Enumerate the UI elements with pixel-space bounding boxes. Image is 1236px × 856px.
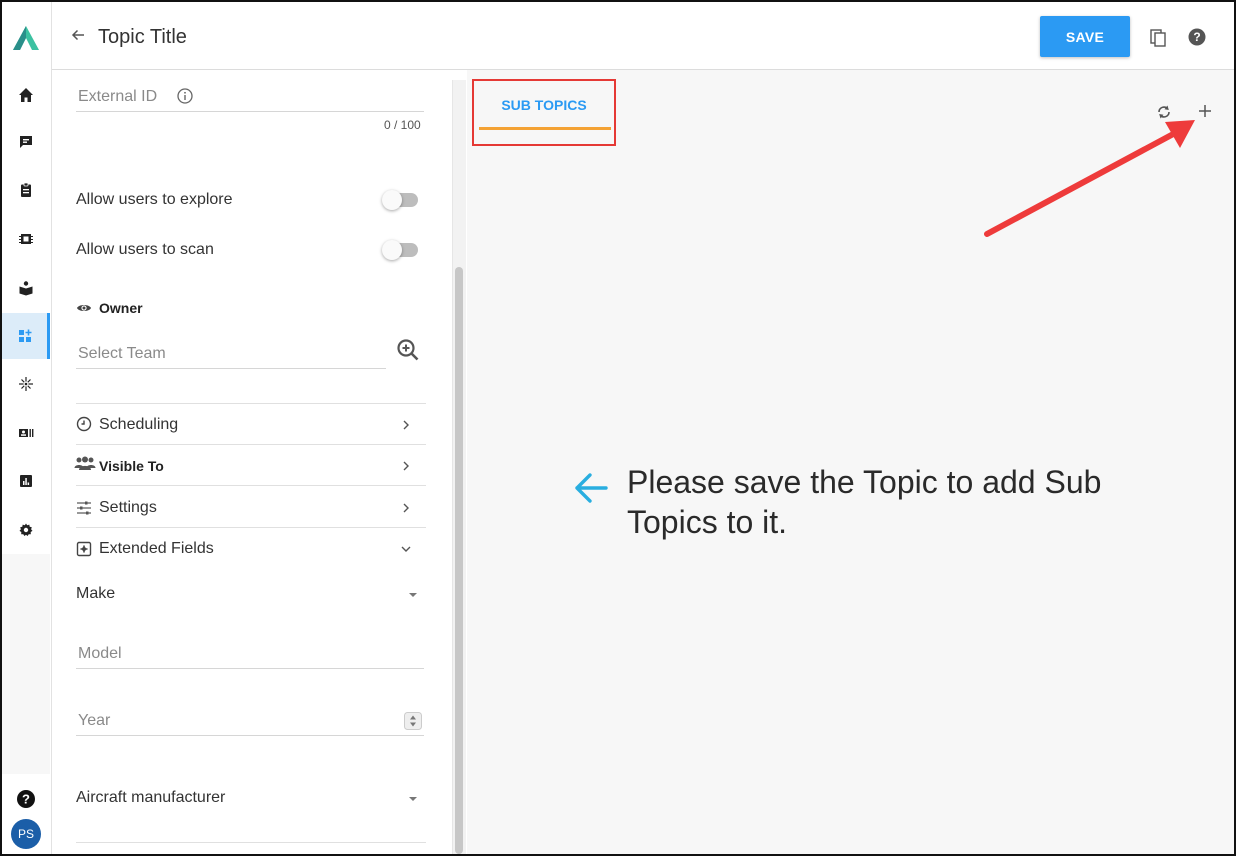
sliders-icon bbox=[77, 501, 91, 515]
section-extended-fields[interactable]: Extended Fields bbox=[99, 540, 214, 558]
top-bar: Topic Title SAVE ? bbox=[52, 2, 1234, 70]
nav-reports[interactable] bbox=[2, 458, 50, 504]
section-divider bbox=[76, 403, 426, 404]
dashboard-add-icon bbox=[18, 329, 31, 342]
nav-insights[interactable] bbox=[2, 361, 50, 407]
allow-scan-label: Allow users to scan bbox=[76, 241, 214, 258]
section-settings[interactable]: Settings bbox=[99, 499, 157, 517]
save-button[interactable]: SAVE bbox=[1040, 16, 1130, 57]
section-divider bbox=[76, 842, 426, 843]
tab-active-indicator bbox=[479, 127, 611, 130]
make-select[interactable]: Make bbox=[76, 585, 115, 603]
user-avatar[interactable]: PS bbox=[11, 819, 41, 849]
svg-text:?: ? bbox=[22, 792, 30, 807]
tab-sub-topics-label: SUB TOPICS bbox=[501, 97, 587, 113]
model-input[interactable]: Model bbox=[78, 645, 122, 663]
annotation-arrow-icon bbox=[984, 120, 1195, 237]
extended-fields-icon bbox=[76, 541, 92, 557]
select-team-underline bbox=[76, 368, 386, 369]
nav-topics[interactable] bbox=[2, 313, 50, 359]
sub-topics-panel: SUB TOPICS Please save the Topic to add … bbox=[467, 70, 1234, 854]
nav-home[interactable] bbox=[2, 72, 50, 118]
chat-icon bbox=[20, 136, 32, 148]
sparkle-icon bbox=[19, 377, 33, 391]
allow-explore-toggle[interactable] bbox=[382, 190, 418, 210]
section-visible-to[interactable]: Visible To bbox=[99, 458, 164, 474]
clipboard-icon bbox=[21, 182, 31, 197]
section-divider bbox=[76, 527, 426, 528]
allow-explore-label: Allow users to explore bbox=[76, 191, 233, 208]
zoom-in-icon[interactable] bbox=[396, 338, 420, 362]
page-title[interactable]: Topic Title bbox=[98, 26, 187, 49]
nav-rail-spacer bbox=[2, 554, 50, 774]
arrow-left-icon bbox=[575, 473, 608, 503]
app-window: ? PS Topic Title SAVE ? External ID 0 / … bbox=[0, 0, 1236, 856]
back-arrow-icon[interactable] bbox=[70, 27, 86, 43]
model-underline bbox=[76, 668, 424, 669]
nav-rail: ? PS bbox=[2, 2, 52, 854]
tab-sub-topics[interactable]: SUB TOPICS bbox=[472, 79, 616, 146]
chip-icon bbox=[19, 234, 33, 244]
header-help-icon[interactable]: ? bbox=[1188, 28, 1206, 46]
nav-tasks[interactable] bbox=[2, 167, 50, 213]
nav-library[interactable] bbox=[2, 265, 50, 311]
people-icon bbox=[74, 456, 96, 470]
external-id-counter: 0 / 100 bbox=[384, 118, 421, 132]
year-input[interactable]: Year bbox=[78, 712, 110, 730]
app-logo-icon[interactable] bbox=[11, 24, 41, 52]
eye-icon bbox=[77, 305, 91, 311]
chevron-right-icon[interactable] bbox=[400, 502, 412, 514]
home-icon bbox=[19, 88, 33, 102]
owner-label: Owner bbox=[99, 300, 143, 316]
number-stepper-icon[interactable] bbox=[404, 712, 422, 730]
clock-icon bbox=[76, 416, 92, 432]
nav-devices[interactable] bbox=[2, 216, 50, 262]
svg-text:?: ? bbox=[1193, 30, 1200, 44]
caret-down-icon[interactable] bbox=[408, 796, 418, 802]
section-divider bbox=[76, 444, 426, 445]
id-card-icon bbox=[19, 429, 34, 437]
external-id-input[interactable] bbox=[76, 111, 424, 112]
form-scrollbar-thumb[interactable] bbox=[455, 267, 463, 854]
year-underline bbox=[76, 735, 424, 736]
book-icon bbox=[19, 281, 33, 296]
help-icon[interactable]: ? bbox=[16, 789, 36, 809]
info-icon[interactable] bbox=[177, 88, 193, 104]
nav-users[interactable] bbox=[2, 410, 50, 456]
chevron-right-icon[interactable] bbox=[400, 460, 412, 472]
section-divider bbox=[76, 485, 426, 486]
external-id-label: External ID bbox=[78, 88, 158, 105]
caret-down-icon[interactable] bbox=[408, 592, 418, 598]
nav-messages[interactable] bbox=[2, 119, 50, 165]
empty-state-message: Please save the Topic to add Sub Topics … bbox=[627, 464, 1102, 540]
copy-icon[interactable] bbox=[1149, 28, 1167, 48]
nav-settings[interactable] bbox=[2, 507, 50, 553]
chart-icon bbox=[20, 475, 32, 487]
select-team-input[interactable]: Select Team bbox=[78, 345, 166, 363]
topic-form: External ID 0 / 100 Allow users to explo… bbox=[52, 70, 452, 854]
allow-scan-toggle[interactable] bbox=[382, 240, 418, 260]
gear-icon bbox=[19, 523, 33, 536]
aircraft-manufacturer-select[interactable]: Aircraft manufacturer bbox=[76, 789, 225, 807]
chevron-right-icon[interactable] bbox=[400, 419, 412, 431]
section-scheduling[interactable]: Scheduling bbox=[99, 416, 178, 434]
chevron-down-icon[interactable] bbox=[400, 543, 412, 555]
